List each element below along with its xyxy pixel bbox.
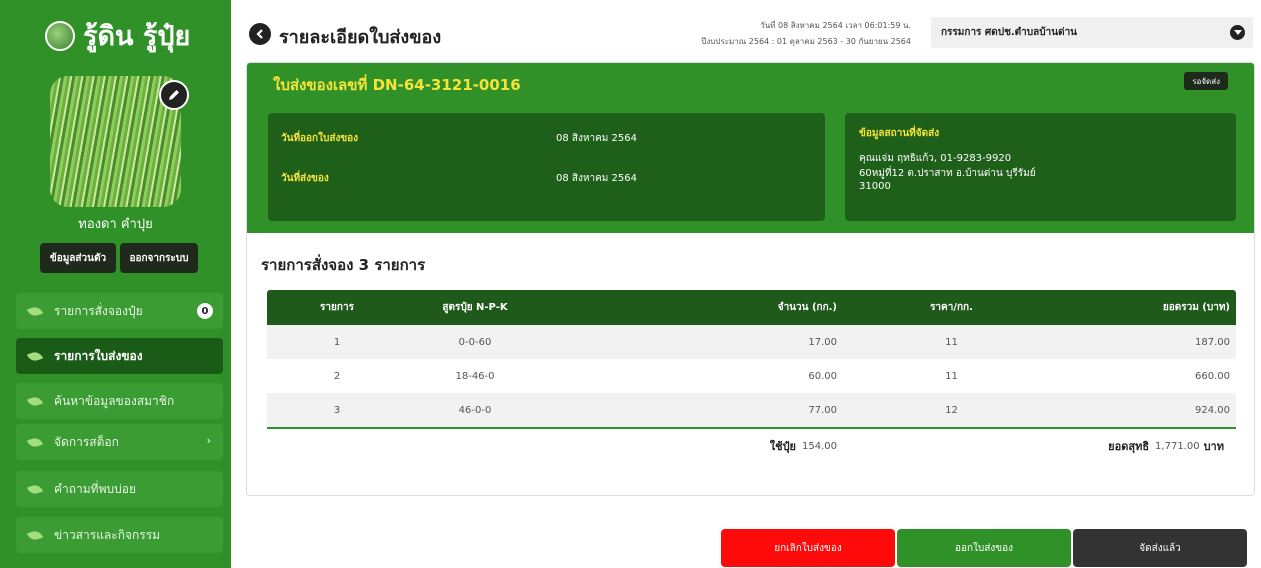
- sidebar-item-label: จัดการสต็อก: [54, 434, 119, 449]
- row-price: 11: [945, 370, 958, 382]
- edit-avatar-button[interactable]: [159, 80, 189, 110]
- committee-select-value: กรรมการ ศดปช.ตำบลบ้านด่าน: [941, 27, 1078, 38]
- row-total: 187.00: [1195, 336, 1230, 348]
- row-formula: 0-0-60: [458, 336, 492, 348]
- table-row: 1 0-0-60 17.00 11 187.00: [267, 325, 1236, 359]
- sidebar-item-member-search[interactable]: ค้นหาข้อมูลของสมาชิก: [16, 383, 223, 419]
- leaf-icon: [26, 528, 44, 542]
- total-quantity-value: 154.00: [802, 440, 837, 452]
- issue-delivery-button[interactable]: ออกใบส่งของ: [897, 529, 1071, 567]
- table-row: 2 18-46-0 60.00 11 660.00: [267, 359, 1236, 393]
- logout-button[interactable]: ออกจากระบบ: [120, 243, 198, 273]
- row-number: 2: [333, 370, 341, 382]
- pencil-icon: [169, 90, 179, 100]
- row-price: 11: [945, 336, 958, 348]
- ship-date-label: วันที่ส่งของ: [281, 173, 329, 184]
- fiscal-year: ปีงบประมาณ 2564 : 01 ตุลาคม 2563 - 30 กั…: [701, 37, 911, 46]
- leaf-icon: [26, 435, 44, 449]
- issue-date-label: วันที่ออกใบส่งของ: [281, 133, 359, 144]
- count-badge: 0: [197, 303, 213, 319]
- sidebar-item-label: ค้นหาข้อมูลของสมาชิก: [54, 393, 175, 408]
- chevron-left-icon: [256, 29, 263, 39]
- column-header: ยอดรวม (บาท): [1162, 302, 1230, 313]
- sidebar-item-label: ข่าวสารและกิจกรรม: [54, 527, 161, 542]
- delivery-number: ใบส่งของเลขที่ DN-64-3121-0016: [273, 76, 521, 94]
- sidebar-item-news[interactable]: ข่าวสารและกิจกรรม: [16, 517, 223, 553]
- brand-logo[interactable]: รู้ดิน รู้ปุ๋ย: [45, 14, 190, 57]
- grand-total-value: 1,771.00: [1155, 440, 1200, 452]
- row-total: 660.00: [1195, 370, 1230, 382]
- column-header: รายการ: [320, 302, 354, 313]
- orders-table: รายการ สูตรปุ๋ย N-P-K จำนวน (กก.) ราคา/ก…: [267, 290, 1236, 463]
- grand-total: ยอดสุทธิ 1,771.00 บาท: [1066, 429, 1236, 463]
- row-number: 1: [333, 336, 341, 348]
- issue-date-value: 08 สิงหาคม 2564: [556, 133, 638, 144]
- mark-delivered-button[interactable]: จัดส่งแล้ว: [1073, 529, 1247, 567]
- row-total: 924.00: [1195, 404, 1230, 416]
- row-quantity: 77.00: [808, 404, 837, 416]
- leaf-icon: [26, 482, 44, 496]
- sidebar: รู้ดิน รู้ปุ๋ย ทองดา คำปุย ข้อมูลส่วนตัว…: [0, 0, 231, 568]
- status-badge: รอจัดส่ง: [1184, 72, 1228, 90]
- sidebar-item-label: คำถามที่พบบ่อย: [54, 481, 136, 496]
- column-header: สูตรปุ๋ย N-P-K: [442, 302, 508, 313]
- address-street: 60หมู่ที่12 ต.ปราสาท อ.บ้านด่าน บุรีรัมย…: [859, 168, 1036, 179]
- orders-title: รายการสั่งจอง 3 รายการ: [261, 256, 426, 274]
- committee-select[interactable]: กรรมการ ศดปช.ตำบลบ้านด่าน: [931, 17, 1253, 48]
- sidebar-item-label: รายการสั่งจองปุ๋ย: [54, 303, 143, 318]
- column-header: ราคา/กก.: [930, 302, 973, 313]
- delivery-card: ใบส่งของเลขที่ DN-64-3121-0016 รอจัดส่ง …: [246, 62, 1255, 496]
- date-info: วันที่ 08 สิงหาคม 2564 เวลา 06:01:59 น. …: [701, 18, 911, 50]
- chevron-down-icon: [1230, 25, 1245, 40]
- grand-total-label: ยอดสุทธิ: [1108, 440, 1150, 453]
- grand-total-unit: บาท: [1203, 440, 1224, 453]
- sidebar-item-faq[interactable]: คำถามที่พบบ่อย: [16, 471, 223, 507]
- sidebar-item-stock[interactable]: จัดการสต็อก ›: [16, 424, 223, 460]
- delivery-header: ใบส่งของเลขที่ DN-64-3121-0016 รอจัดส่ง …: [247, 63, 1254, 233]
- current-datetime: วันที่ 08 สิงหาคม 2564 เวลา 06:01:59 น.: [760, 21, 911, 30]
- user-name: ทองดา คำปุย: [78, 217, 153, 232]
- row-price: 12: [945, 404, 958, 416]
- leaf-icon: [26, 349, 44, 363]
- chevron-right-icon: ›: [206, 434, 211, 447]
- total-quantity-label: ใช้ปุ๋ย: [769, 440, 796, 453]
- address-box: ข้อมูลสถานที่จัดส่ง คุณแจ่ม ฤทธิแก้ว, 01…: [845, 113, 1236, 221]
- table-footer: ใช้ปุ๋ย 154.00 ยอดสุทธิ 1,771.00 บาท: [267, 427, 1236, 463]
- profile-button[interactable]: ข้อมูลส่วนตัว: [40, 243, 116, 273]
- leaf-icon: [26, 304, 44, 318]
- column-header: จำนวน (กก.): [777, 302, 837, 313]
- leaf-icon: [26, 394, 44, 408]
- dates-box: วันที่ออกใบส่งของ 08 สิงหาคม 2564 วันที่…: [268, 113, 825, 221]
- table-row: 3 46-0-0 77.00 12 924.00: [267, 393, 1236, 427]
- cancel-delivery-button[interactable]: ยกเลิกใบส่งของ: [721, 529, 895, 567]
- address-label: ข้อมูลสถานที่จัดส่ง: [859, 128, 940, 139]
- page-title: รายละเอียดใบส่งของ: [279, 27, 442, 48]
- brand-name: รู้ดิน รู้ปุ๋ย: [83, 21, 191, 52]
- sidebar-item-label: รายการใบส่งของ: [54, 348, 143, 363]
- row-quantity: 60.00: [808, 370, 837, 382]
- sidebar-item-delivery-notes[interactable]: รายการใบส่งของ: [16, 338, 223, 374]
- table-header: รายการ สูตรปุ๋ย N-P-K จำนวน (กก.) ราคา/ก…: [267, 290, 1236, 325]
- back-button[interactable]: [249, 23, 271, 45]
- ship-date-value: 08 สิงหาคม 2564: [556, 173, 638, 184]
- row-quantity: 17.00: [808, 336, 837, 348]
- row-formula: 46-0-0: [458, 404, 492, 416]
- address-postcode: 31000: [859, 181, 891, 192]
- logo-icon: [45, 20, 75, 51]
- total-quantity: ใช้ปุ๋ย 154.00: [543, 429, 837, 463]
- sidebar-item-orders[interactable]: รายการสั่งจองปุ๋ย 0: [16, 293, 223, 329]
- row-number: 3: [333, 404, 341, 416]
- row-formula: 18-46-0: [455, 370, 495, 382]
- address-name: คุณแจ่ม ฤทธิแก้ว, 01-9283-9920: [859, 153, 1012, 164]
